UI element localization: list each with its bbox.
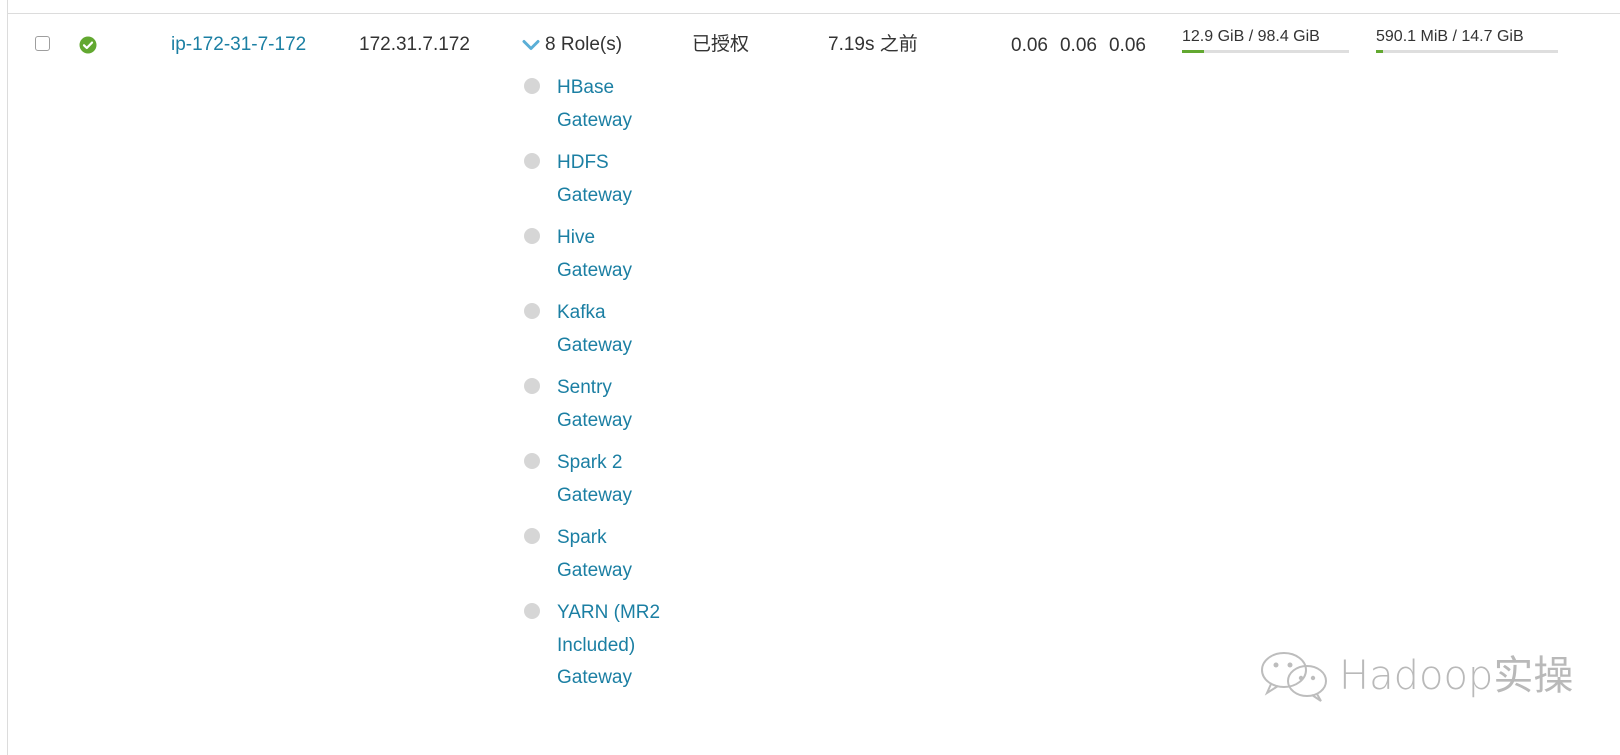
swap-usage-meter[interactable]: 590.1 MiB / 14.7 GiB	[1376, 27, 1558, 53]
role-link-yarn-gateway[interactable]: YARN (MR2 Included) Gateway	[557, 597, 667, 695]
role-item: Sentry Gateway	[522, 372, 667, 437]
host-ip-address: 172.31.7.172	[359, 34, 470, 55]
load-average-15min: 0.06	[1108, 35, 1146, 56]
role-status-dot-icon	[524, 153, 540, 169]
role-link-hbase-gateway[interactable]: HBase Gateway	[557, 72, 667, 137]
swap-usage-label: 590.1 MiB / 14.7 GiB	[1376, 28, 1524, 45]
last-heartbeat: 7.19s 之前	[828, 34, 918, 55]
disk-usage-label: 12.9 GiB / 98.4 GiB	[1182, 28, 1320, 45]
role-status-dot-icon	[524, 603, 540, 619]
load-average-1min: 0.06	[1011, 35, 1048, 56]
load-average: 0.06 0.06 0.06	[1011, 35, 1146, 57]
hosts-table-frame: ip-172-31-7-172 172.31.7.172 8 Role(s) H…	[0, 0, 1620, 755]
role-link-spark-gateway[interactable]: Spark Gateway	[557, 522, 667, 587]
role-status-dot-icon	[524, 528, 540, 544]
role-link-kafka-gateway[interactable]: Kafka Gateway	[557, 297, 667, 362]
host-select-checkbox[interactable]	[35, 36, 50, 51]
role-link-spark2-gateway[interactable]: Spark 2 Gateway	[557, 447, 667, 512]
role-list: HBase Gateway HDFS Gateway Hive Gateway …	[522, 72, 667, 705]
table-left-border	[7, 0, 8, 755]
role-item: HDFS Gateway	[522, 147, 667, 212]
role-status-dot-icon	[524, 78, 540, 94]
role-item: Spark Gateway	[522, 522, 667, 587]
swap-usage-fill	[1376, 50, 1384, 53]
watermark: Hadoop实操	[1257, 648, 1573, 704]
chevron-down-icon	[522, 40, 540, 50]
host-name-link[interactable]: ip-172-31-7-172	[171, 34, 306, 56]
role-link-hive-gateway[interactable]: Hive Gateway	[557, 222, 667, 287]
swap-usage-bar	[1376, 50, 1558, 53]
roles-toggle[interactable]: 8 Role(s)	[522, 34, 622, 56]
role-item: Kafka Gateway	[522, 297, 667, 362]
role-link-sentry-gateway[interactable]: Sentry Gateway	[557, 372, 667, 437]
disk-usage-bar	[1182, 50, 1349, 53]
check-circle-icon	[79, 36, 97, 54]
load-average-5min: 0.06	[1059, 35, 1097, 56]
role-item: HBase Gateway	[522, 72, 667, 137]
role-item: YARN (MR2 Included) Gateway	[522, 597, 667, 695]
role-link-hdfs-gateway[interactable]: HDFS Gateway	[557, 147, 667, 212]
table-divider	[7, 13, 1620, 14]
role-status-dot-icon	[524, 453, 540, 469]
disk-usage-fill	[1182, 50, 1204, 53]
wechat-icon	[1261, 652, 1327, 702]
role-status-dot-icon	[524, 228, 540, 244]
role-status-dot-icon	[524, 378, 540, 394]
role-item: Spark 2 Gateway	[522, 447, 667, 512]
role-item: Hive Gateway	[522, 222, 667, 287]
role-status-dot-icon	[524, 303, 540, 319]
watermark-text: Hadoop实操	[1339, 653, 1574, 699]
commission-state: 已授权	[692, 34, 750, 55]
disk-usage-meter[interactable]: 12.9 GiB / 98.4 GiB	[1182, 27, 1349, 53]
roles-count-label: 8 Role(s)	[545, 34, 623, 55]
